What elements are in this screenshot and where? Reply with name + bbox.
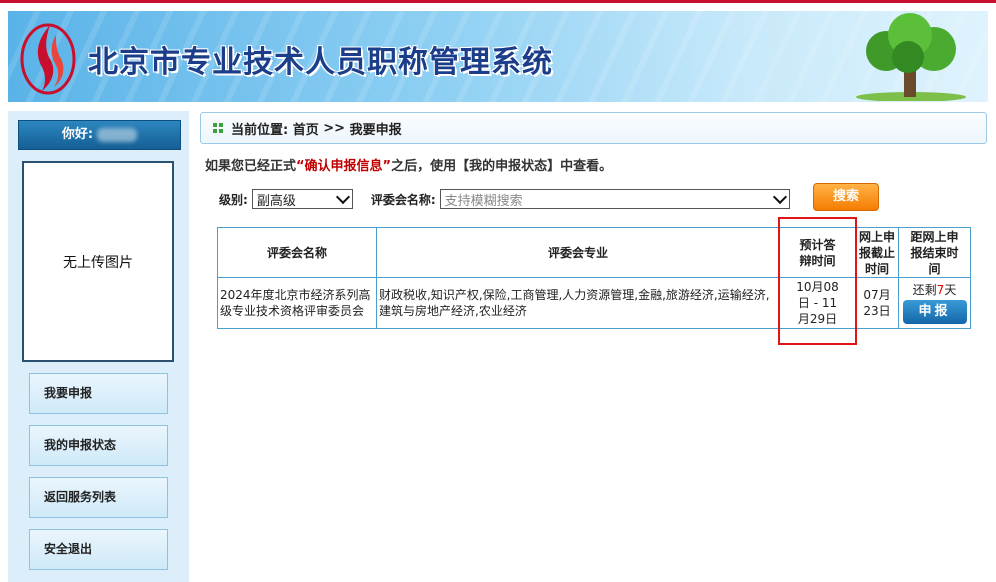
- left-sidebar: 你好: 无上传图片 我要申报 我的申报状态 返回服务列表 安全退出: [8, 111, 189, 582]
- breadcrumb-current: 我要申报: [350, 119, 402, 138]
- header-committee-name: 评委会名称: [218, 228, 377, 278]
- table-header-row: 评委会名称 评委会专业 预计答辩时间 网上申报截止时间 距网上申报结束时间: [218, 228, 971, 278]
- grid-icon: [213, 123, 223, 133]
- annotation-highlight-box: [778, 217, 857, 345]
- cell-remaining: 还剩7天 申报: [899, 278, 971, 329]
- breadcrumb-separator: >>: [323, 121, 345, 136]
- committee-table: 评委会名称 评委会专业 预计答辩时间 网上申报截止时间 距网上申报结束时间 20…: [217, 227, 971, 329]
- table-row: 2024年度北京市经济系列高级专业技术资格评审委员会 财政税收,知识产权,保险,…: [218, 278, 971, 329]
- cell-deadline: 07月23日: [856, 278, 899, 329]
- user-photo: 无上传图片: [22, 161, 174, 362]
- level-label: 级别:: [219, 191, 248, 208]
- username-blurred: [97, 128, 137, 142]
- menu-service-list-button[interactable]: 返回服务列表: [29, 477, 168, 518]
- flame-logo-icon: [20, 19, 76, 95]
- system-title: 北京市专业技术人员职称管理系统: [88, 37, 553, 81]
- notice-text: 如果您已经正式“确认申报信息”之后，使用【我的申报状态】中查看。: [205, 155, 612, 174]
- notice-highlight: “确认申报信息”: [296, 159, 391, 174]
- menu-logout-button[interactable]: 安全退出: [29, 529, 168, 570]
- committee-label: 评委会名称:: [371, 191, 436, 208]
- header-committee-major: 评委会专业: [377, 228, 780, 278]
- user-greeting: 你好:: [18, 120, 181, 150]
- chevron-down-icon: [773, 190, 787, 204]
- level-select-value: 副高级: [257, 190, 296, 209]
- header-banner: 北京市专业技术人员职称管理系统: [8, 11, 988, 102]
- apply-button[interactable]: 申报: [903, 300, 967, 324]
- cell-committee-name: 2024年度北京市经济系列高级专业技术资格评审委员会: [218, 278, 377, 329]
- committee-search-select[interactable]: 支持模糊搜索: [440, 189, 790, 209]
- cell-committee-major: 财政税收,知识产权,保险,工商管理,人力资源管理,金融,旅游经济,运输经济,建筑…: [377, 278, 780, 329]
- header-remaining: 距网上申报结束时间: [899, 228, 971, 278]
- breadcrumb: 当前位置: 首页 >> 我要申报: [200, 112, 987, 144]
- menu-status-button[interactable]: 我的申报状态: [29, 425, 168, 466]
- filter-bar: 级别: 副高级 评委会名称: 支持模糊搜索: [219, 186, 790, 212]
- top-accent-line: [0, 0, 996, 3]
- header-deadline: 网上申报截止时间: [856, 228, 899, 278]
- remaining-days-text: 还剩7天: [899, 282, 970, 298]
- search-button[interactable]: 搜索: [813, 183, 879, 211]
- tree-illustration-icon: [846, 13, 976, 101]
- committee-placeholder: 支持模糊搜索: [445, 190, 523, 209]
- breadcrumb-prefix: 当前位置:: [231, 119, 288, 138]
- level-select[interactable]: 副高级: [252, 189, 353, 209]
- greeting-label: 你好:: [62, 127, 93, 142]
- menu-apply-button[interactable]: 我要申报: [29, 373, 168, 414]
- chevron-down-icon: [336, 190, 350, 204]
- breadcrumb-home-link[interactable]: 首页: [293, 119, 319, 138]
- photo-placeholder-text: 无上传图片: [63, 252, 133, 272]
